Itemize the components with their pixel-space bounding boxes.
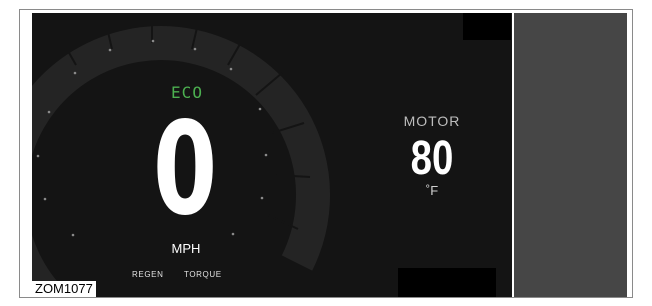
motor-temp-unit: ˚F bbox=[425, 183, 439, 198]
motor-temp-label: MOTOR bbox=[403, 113, 461, 129]
side-panel bbox=[514, 13, 627, 297]
masked-region-bottom bbox=[398, 268, 496, 297]
regen-label: REGEN bbox=[132, 270, 164, 279]
speed-readout: 0 bbox=[152, 95, 218, 244]
instrument-display: ECO 0 MPH REGEN TORQUE MOTOR 80 ˚F bbox=[32, 13, 512, 297]
masked-region-top bbox=[463, 13, 511, 40]
speed-unit-label: MPH bbox=[171, 241, 201, 256]
figure-caption: ZOM1077 bbox=[32, 281, 96, 297]
motor-temp-value: 80 bbox=[410, 132, 454, 185]
torque-label: TORQUE bbox=[184, 270, 222, 279]
